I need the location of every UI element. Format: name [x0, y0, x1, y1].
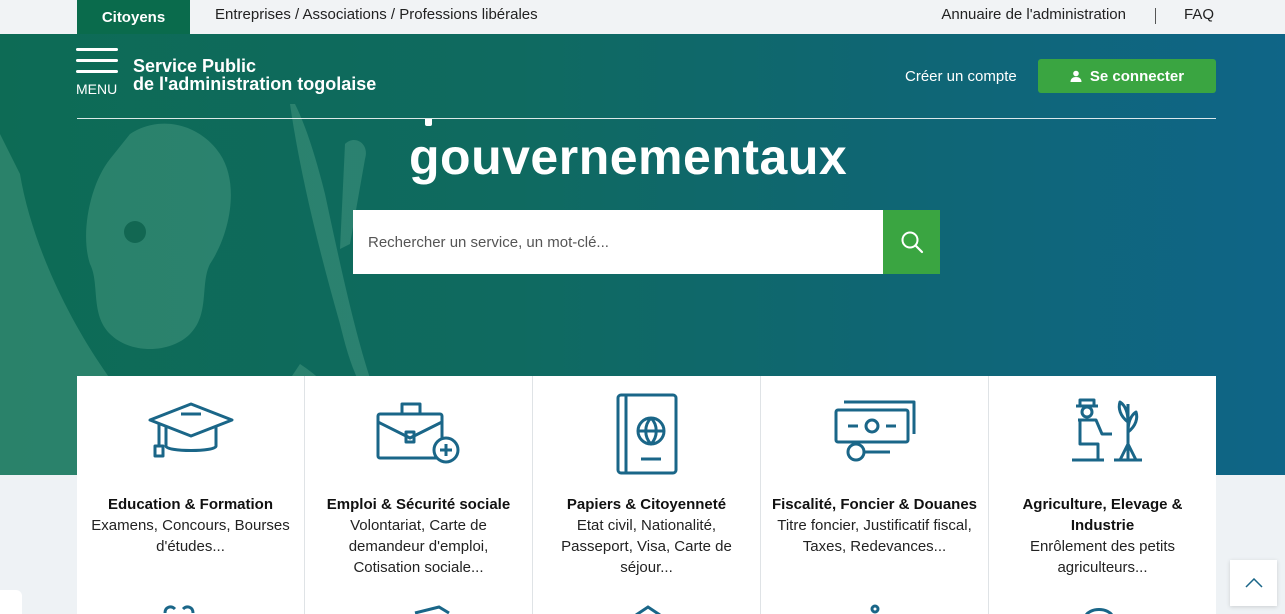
card-partial[interactable]: [761, 593, 988, 614]
chevron-up-icon: [1244, 578, 1263, 588]
card-description: Etat civil, Nationalité, Passeport, Visa…: [561, 517, 732, 576]
partial-icon: [163, 605, 195, 614]
accessibility-widget[interactable]: [0, 590, 22, 614]
card-partial[interactable]: [305, 593, 532, 614]
create-account-link[interactable]: Créer un compte: [905, 68, 1017, 85]
hamburger-bar: [76, 59, 118, 62]
header-divider: [77, 118, 1216, 119]
scroll-to-top-button[interactable]: [1230, 560, 1277, 606]
card-title: Education & Formation: [108, 496, 273, 513]
card-partial[interactable]: [77, 593, 304, 614]
money-icon: [834, 400, 915, 462]
passport-icon: [616, 393, 677, 475]
search-button[interactable]: [883, 210, 940, 274]
faq-link[interactable]: FAQ: [1184, 6, 1214, 23]
card-description: Titre foncier, Justificatif fiscal, Taxe…: [777, 517, 972, 555]
tab-citoyens[interactable]: Citoyens: [77, 0, 190, 34]
card-partial[interactable]: [989, 593, 1216, 614]
top-utility-bar: Citoyens Entreprises / Associations / Pr…: [0, 0, 1285, 34]
partial-icon: [870, 604, 880, 614]
card-fiscalite[interactable]: Fiscalité, Foncier & Douanes Titre fonci…: [761, 376, 988, 614]
partial-icon: [1085, 608, 1113, 614]
divider: [1155, 8, 1156, 24]
category-cards: Education & Formation Examens, Concours,…: [77, 376, 1216, 614]
card-agriculture[interactable]: Agriculture, Elevage & Industrie Enrôlem…: [989, 376, 1216, 614]
briefcase-icon: [376, 402, 459, 464]
card-title: Agriculture, Elevage & Industrie: [1022, 496, 1183, 534]
card-description: Volontariat, Carte de demandeur d'emploi…: [348, 517, 489, 576]
card-emploi[interactable]: Emploi & Sécurité sociale Volontariat, C…: [305, 376, 532, 614]
menu-label: MENU: [76, 81, 118, 97]
card-education[interactable]: Education & Formation Examens, Concours,…: [77, 376, 304, 614]
hamburger-icon: [76, 48, 118, 51]
hamburger-bar: [76, 70, 118, 73]
partial-icon: [414, 605, 450, 614]
card-description: Enrôlement des petits agriculteurs...: [1029, 538, 1176, 576]
category-cards-row2: [77, 593, 1216, 614]
user-icon: [1070, 70, 1082, 82]
hero-title-overflow: [425, 119, 445, 126]
farmer-icon: [1071, 398, 1142, 462]
card-papiers[interactable]: Papiers & Citoyenneté Etat civil, Nation…: [533, 376, 760, 614]
hero-title: gouvernementaux: [409, 129, 848, 185]
card-title: Emploi & Sécurité sociale: [326, 496, 511, 513]
login-button[interactable]: Se connecter: [1038, 59, 1216, 93]
search-icon: [901, 231, 923, 254]
site-title-line2: de l'administration togolaise: [133, 74, 377, 94]
login-label: Se connecter: [1089, 67, 1185, 85]
site-title[interactable]: Service Public de l'administration togol…: [133, 57, 376, 93]
tab-entreprises[interactable]: Entreprises / Associations / Professions…: [215, 6, 538, 23]
partial-icon: [635, 605, 661, 614]
card-title: Fiscalité, Foncier & Douanes: [771, 496, 978, 513]
menu-button[interactable]: MENU: [76, 48, 122, 97]
search-input[interactable]: [353, 210, 883, 274]
card-description: Examens, Concours, Bourses d'études...: [91, 517, 290, 555]
annuaire-link[interactable]: Annuaire de l'administration: [941, 6, 1126, 23]
card-title: Papiers & Citoyenneté: [566, 496, 727, 513]
graduation-cap-icon: [148, 402, 233, 458]
site-title-line1: Service Public: [133, 56, 257, 76]
card-partial[interactable]: [533, 593, 760, 614]
